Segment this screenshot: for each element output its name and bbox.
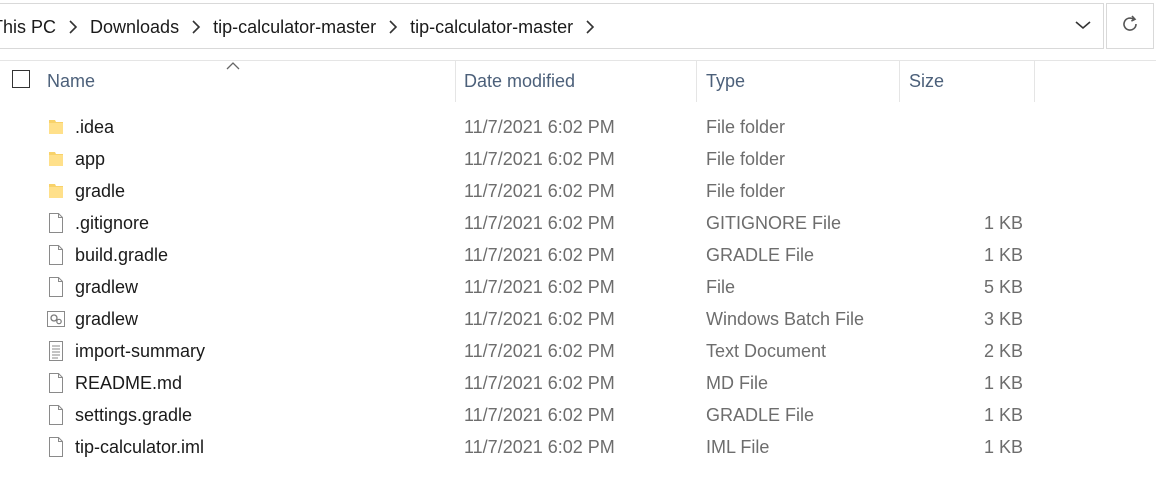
file-icon bbox=[46, 275, 66, 299]
file-name: import-summary bbox=[75, 341, 206, 361]
file-row[interactable]: .idea 11/7/2021 6:02 PM File folder bbox=[0, 111, 1156, 143]
file-type: File folder bbox=[706, 149, 786, 169]
file-row[interactable]: gradle 11/7/2021 6:02 PM File folder bbox=[0, 175, 1156, 207]
file-date-modified: 11/7/2021 6:02 PM bbox=[464, 437, 615, 457]
breadcrumb-item-tip-calculator-master[interactable]: tip-calculator-master bbox=[207, 15, 382, 39]
refresh-button[interactable] bbox=[1106, 3, 1154, 49]
file-date-modified: 11/7/2021 6:02 PM bbox=[464, 405, 615, 425]
file-row[interactable]: build.gradle 11/7/2021 6:02 PM GRADLE Fi… bbox=[0, 239, 1156, 271]
file-name: settings.gradle bbox=[75, 405, 193, 425]
file-row[interactable]: README.md 11/7/2021 6:02 PM MD File 1 KB bbox=[0, 367, 1156, 399]
file-row[interactable]: tip-calculator.iml 11/7/2021 6:02 PM IML… bbox=[0, 431, 1156, 463]
file-icon bbox=[46, 211, 66, 235]
chevron-right-icon[interactable] bbox=[583, 17, 597, 37]
file-date-modified: 11/7/2021 6:02 PM bbox=[464, 309, 615, 329]
folder-icon bbox=[46, 115, 66, 139]
file-name: README.md bbox=[75, 373, 183, 393]
file-row[interactable]: gradlew 11/7/2021 6:02 PM Windows Batch … bbox=[0, 303, 1156, 335]
file-size bbox=[905, 175, 1023, 207]
file-name: gradlew bbox=[75, 309, 139, 329]
file-date-modified: 11/7/2021 6:02 PM bbox=[464, 245, 615, 265]
file-size: 3 KB bbox=[983, 309, 1023, 329]
file-type: GRADLE File bbox=[706, 245, 815, 265]
file-row[interactable]: gradlew 11/7/2021 6:02 PM File 5 KB bbox=[0, 271, 1156, 303]
file-size: 1 KB bbox=[983, 437, 1023, 457]
address-history-dropdown[interactable] bbox=[1063, 3, 1103, 49]
file-date-modified: 11/7/2021 6:02 PM bbox=[464, 277, 615, 297]
file-size: 1 KB bbox=[983, 245, 1023, 265]
column-header-size[interactable]: Size bbox=[901, 60, 1034, 102]
file-name: app bbox=[75, 149, 106, 169]
breadcrumb-item-this-pc[interactable]: This PC bbox=[0, 15, 62, 39]
file-date-modified: 11/7/2021 6:02 PM bbox=[464, 181, 615, 201]
file-name: tip-calculator.iml bbox=[75, 437, 205, 457]
chevron-right-icon[interactable] bbox=[386, 17, 400, 37]
column-header-date-modified[interactable]: Date modified bbox=[456, 60, 696, 102]
folder-icon bbox=[46, 179, 66, 203]
file-name: gradle bbox=[75, 181, 126, 201]
file-type: IML File bbox=[706, 437, 770, 457]
file-date-modified: 11/7/2021 6:02 PM bbox=[464, 373, 615, 393]
file-date-modified: 11/7/2021 6:02 PM bbox=[464, 117, 615, 137]
file-icon bbox=[46, 243, 66, 267]
file-icon bbox=[46, 403, 66, 427]
file-date-modified: 11/7/2021 6:02 PM bbox=[464, 149, 615, 169]
file-row[interactable]: import-summary 11/7/2021 6:02 PM Text Do… bbox=[0, 335, 1156, 367]
column-header-type[interactable]: Type bbox=[698, 60, 899, 102]
column-divider[interactable] bbox=[696, 60, 697, 102]
file-size bbox=[905, 111, 1023, 143]
file-size: 2 KB bbox=[983, 341, 1023, 361]
file-list: .idea 11/7/2021 6:02 PM File folder app … bbox=[0, 111, 1156, 463]
file-icon bbox=[46, 371, 66, 395]
refresh-icon bbox=[1120, 14, 1140, 39]
file-type: File folder bbox=[706, 181, 786, 201]
file-row[interactable]: app 11/7/2021 6:02 PM File folder bbox=[0, 143, 1156, 175]
breadcrumb-item-tip-calculator-master-current[interactable]: tip-calculator-master bbox=[404, 15, 579, 39]
file-type: File folder bbox=[706, 117, 786, 137]
file-name: build.gradle bbox=[75, 245, 169, 265]
file-type: GITIGNORE File bbox=[706, 213, 842, 233]
file-row[interactable]: .gitignore 11/7/2021 6:02 PM GITIGNORE F… bbox=[0, 207, 1156, 239]
column-divider[interactable] bbox=[899, 60, 900, 102]
text-document-icon bbox=[46, 339, 66, 363]
file-size: 5 KB bbox=[983, 277, 1023, 297]
file-size: 1 KB bbox=[983, 373, 1023, 393]
address-bar[interactable]: This PC Downloads tip-calculator-master … bbox=[0, 3, 1104, 49]
file-date-modified: 11/7/2021 6:02 PM bbox=[464, 213, 615, 233]
file-name: gradlew bbox=[75, 277, 139, 297]
file-name: .idea bbox=[75, 117, 115, 137]
file-size: 1 KB bbox=[983, 213, 1023, 233]
chevron-right-icon[interactable] bbox=[189, 17, 203, 37]
file-type: Windows Batch File bbox=[706, 309, 865, 329]
file-type: Text Document bbox=[706, 341, 827, 361]
file-type: File bbox=[706, 277, 736, 297]
column-divider[interactable] bbox=[1034, 60, 1035, 102]
column-header-name[interactable]: Name bbox=[39, 60, 455, 102]
breadcrumb-item-downloads[interactable]: Downloads bbox=[84, 15, 185, 39]
file-size bbox=[905, 143, 1023, 175]
file-date-modified: 11/7/2021 6:02 PM bbox=[464, 341, 615, 361]
file-type: GRADLE File bbox=[706, 405, 815, 425]
folder-icon bbox=[46, 147, 66, 171]
batch-file-icon bbox=[46, 307, 66, 331]
file-size: 1 KB bbox=[983, 405, 1023, 425]
file-type: MD File bbox=[706, 373, 768, 393]
select-all-checkbox[interactable] bbox=[12, 70, 30, 88]
file-row[interactable]: settings.gradle 11/7/2021 6:02 PM GRADLE… bbox=[0, 399, 1156, 431]
breadcrumb: This PC Downloads tip-calculator-master … bbox=[0, 4, 597, 50]
chevron-right-icon[interactable] bbox=[66, 17, 80, 37]
chevron-down-icon bbox=[1075, 17, 1091, 35]
file-icon bbox=[46, 435, 66, 459]
file-name: .gitignore bbox=[75, 213, 150, 233]
